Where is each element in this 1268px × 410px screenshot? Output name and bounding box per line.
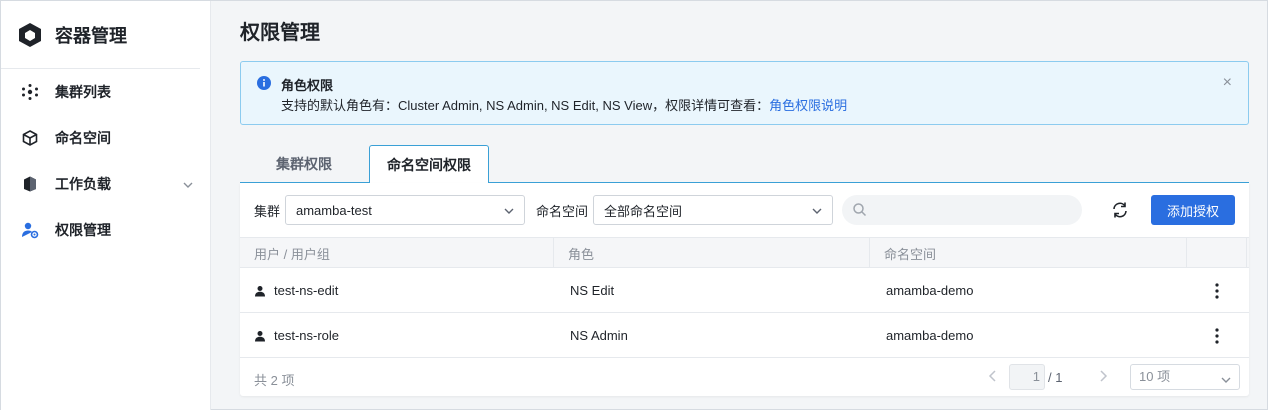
sidebar-item-namespace[interactable]: 命名空间 — [1, 115, 210, 161]
sidebar-item-permission[interactable]: 权限管理 — [1, 207, 210, 253]
total-count: 共 2 项 — [254, 373, 295, 388]
sidebar-item-label: 工作负载 — [55, 176, 111, 192]
main-content: 权限管理 角色权限 支持的默认角色有：Cluster Admin, NS Adm… — [211, 1, 1267, 410]
namespace-filter-label: 命名空间 — [536, 204, 589, 219]
cluster-select[interactable]: amamba-test — [285, 195, 525, 225]
pagination-bar: 共 2 项 1 / 1 10 项 — [240, 358, 1249, 396]
namespace-select[interactable]: 全部命名空间 — [593, 195, 833, 225]
chevron-down-icon — [1219, 371, 1233, 395]
page-number-input[interactable]: 1 — [1009, 364, 1045, 390]
info-alert: 角色权限 支持的默认角色有：Cluster Admin, NS Admin, N… — [240, 61, 1249, 125]
sidebar-item-cluster-list[interactable]: 集群列表 — [1, 69, 210, 115]
permission-tabs: 集群权限 命名空间权限 — [240, 145, 1249, 184]
user-cell: test-ns-role — [254, 313, 339, 358]
table-row: test-ns-role NS Admin amamba-demo — [240, 313, 1249, 358]
alert-text: 支持的默认角色有：Cluster Admin, NS Admin, NS Edi… — [281, 98, 770, 113]
user-icon — [254, 330, 266, 342]
cluster-icon — [21, 83, 39, 101]
chevron-down-icon — [502, 204, 516, 221]
table-header: 用户 / 用户组 角色 命名空间 — [240, 237, 1249, 268]
column-header-user[interactable]: 用户 / 用户组 — [240, 238, 554, 268]
role-permission-doc-link[interactable]: 角色权限说明 — [769, 98, 847, 113]
alert-body: 支持的默认角色有：Cluster Admin, NS Admin, NS Edi… — [281, 95, 847, 114]
table-row: test-ns-edit NS Edit amamba-demo — [240, 268, 1249, 313]
namespace-cell: amamba-demo — [886, 328, 974, 343]
more-actions-icon[interactable] — [1207, 326, 1227, 346]
sidebar-item-workload[interactable]: 工作负载 — [1, 161, 210, 207]
page-size-select[interactable]: 10 项 — [1130, 364, 1240, 390]
cube-icon — [21, 129, 39, 147]
sidebar-item-label: 命名空间 — [55, 130, 111, 146]
alert-title: 角色权限 — [281, 78, 334, 93]
workload-icon — [21, 175, 39, 193]
brand[interactable]: 容器管理 — [1, 1, 200, 69]
user-permission-icon — [21, 221, 39, 239]
chevron-down-icon — [810, 204, 824, 221]
container-logo-icon — [17, 22, 43, 48]
chevron-left-icon[interactable] — [988, 369, 998, 386]
search-box — [842, 195, 1082, 225]
search-icon — [852, 202, 867, 222]
chevron-right-icon[interactable] — [1098, 369, 1108, 386]
add-authorization-button[interactable]: 添加授权 — [1151, 195, 1235, 225]
chevron-down-icon[interactable] — [182, 178, 194, 196]
cluster-select-value: amamba-test — [296, 202, 372, 218]
more-actions-icon[interactable] — [1207, 281, 1227, 301]
close-icon[interactable]: × — [1223, 74, 1232, 92]
page-total: / 1 — [1048, 370, 1063, 385]
user-name: test-ns-role — [274, 328, 340, 343]
user-cell: test-ns-edit — [254, 268, 338, 313]
search-input[interactable] — [872, 195, 1072, 225]
user-name: test-ns-edit — [274, 283, 339, 298]
filter-bar: 集群 amamba-test 命名空间 全部命名空间 添加授权 — [240, 183, 1249, 237]
namespace-select-value: 全部命名空间 — [604, 203, 683, 219]
sidebar-nav: 集群列表 命名空间 工作负载 权限管理 — [1, 69, 210, 253]
role-cell: NS Admin — [570, 328, 628, 343]
user-icon — [254, 285, 266, 297]
permission-table-card: 集群 amamba-test 命名空间 全部命名空间 添加授权 用户 / 用户组… — [240, 183, 1249, 396]
brand-title: 容器管理 — [55, 25, 127, 46]
column-header-actions — [1187, 238, 1247, 268]
page-size-value: 10 项 — [1139, 369, 1171, 384]
tab-namespace-permission[interactable]: 命名空间权限 — [369, 145, 489, 184]
sidebar-item-label: 集群列表 — [55, 84, 111, 100]
cluster-filter-label: 集群 — [254, 204, 281, 219]
column-header-role[interactable]: 角色 — [554, 238, 870, 268]
info-icon — [257, 76, 271, 95]
refresh-icon[interactable] — [1110, 200, 1130, 225]
sidebar: 容器管理 集群列表 命名空间 工作负载 权限管理 — [1, 1, 211, 410]
column-header-namespace[interactable]: 命名空间 — [870, 238, 1187, 268]
namespace-cell: amamba-demo — [886, 283, 974, 298]
role-cell: NS Edit — [570, 283, 615, 298]
sidebar-item-label: 权限管理 — [55, 222, 111, 238]
tab-cluster-permission[interactable]: 集群权限 — [240, 145, 368, 183]
page-title: 权限管理 — [240, 22, 320, 44]
